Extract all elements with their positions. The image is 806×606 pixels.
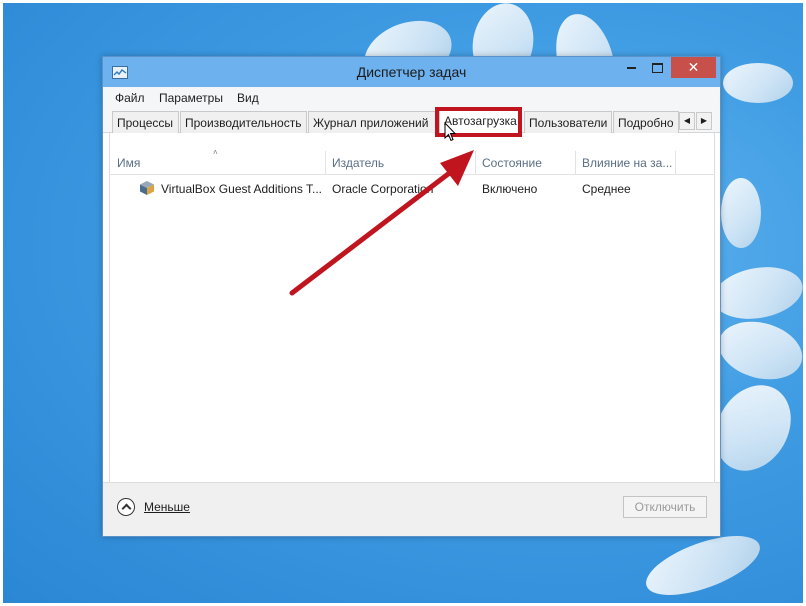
virtualbox-icon [140,181,154,195]
menu-bar: Файл Параметры Вид [103,87,720,109]
column-divider[interactable] [675,151,676,175]
close-button[interactable]: ✕ [671,57,716,78]
table-row[interactable]: VirtualBox Guest Additions T... Oracle C… [109,178,715,200]
row-impact: Среднее [582,182,631,196]
task-manager-window: Диспетчер задач ✕ Файл Параметры Вид Про… [102,56,721,537]
flower-petal [709,260,803,326]
menu-view[interactable]: Вид [237,91,259,105]
tab-bar: Процессы Производительность Журнал прило… [103,109,720,134]
row-publisher: Oracle Corporation [332,182,434,196]
disable-button[interactable]: Отключить [623,496,707,518]
row-status: Включено [482,182,538,196]
tab-app-history[interactable]: Журнал приложений [308,111,436,133]
row-name: VirtualBox Guest Additions T... [161,182,322,196]
menu-options[interactable]: Параметры [159,91,223,105]
tab-performance[interactable]: Производительность [180,111,307,133]
column-divider[interactable] [325,151,326,175]
tab-scroll-right-icon[interactable]: ▶ [696,112,712,130]
minimize-button[interactable] [618,57,644,78]
column-header-publisher[interactable]: Издатель [332,156,384,170]
tab-scroll-left-icon[interactable]: ◀ [679,112,695,130]
maximize-button[interactable] [644,57,670,78]
title-bar[interactable]: Диспетчер задач ✕ [103,57,720,87]
flower-petal [723,63,793,103]
footer-bar: Меньше Отключить [103,482,720,536]
table-header: ˄ Имя Издатель Состояние Влияние на за..… [109,145,715,175]
collapse-chevron-icon[interactable] [117,498,135,516]
sort-ascending-icon: ˄ [213,148,218,157]
column-header-name[interactable]: Имя [117,156,140,170]
menu-file[interactable]: Файл [115,91,145,105]
column-header-startup-impact[interactable]: Влияние на за... [582,156,672,170]
tab-details[interactable]: Подробно [613,111,679,133]
column-divider[interactable] [575,151,576,175]
column-header-status[interactable]: Состояние [482,156,542,170]
flower-petal [712,312,803,389]
fewer-details-link[interactable]: Меньше [144,500,190,514]
tab-users[interactable]: Пользователи [524,111,612,133]
column-divider[interactable] [475,151,476,175]
tab-processes[interactable]: Процессы [112,111,179,133]
cursor-icon [444,122,456,142]
flower-petal [721,178,761,248]
